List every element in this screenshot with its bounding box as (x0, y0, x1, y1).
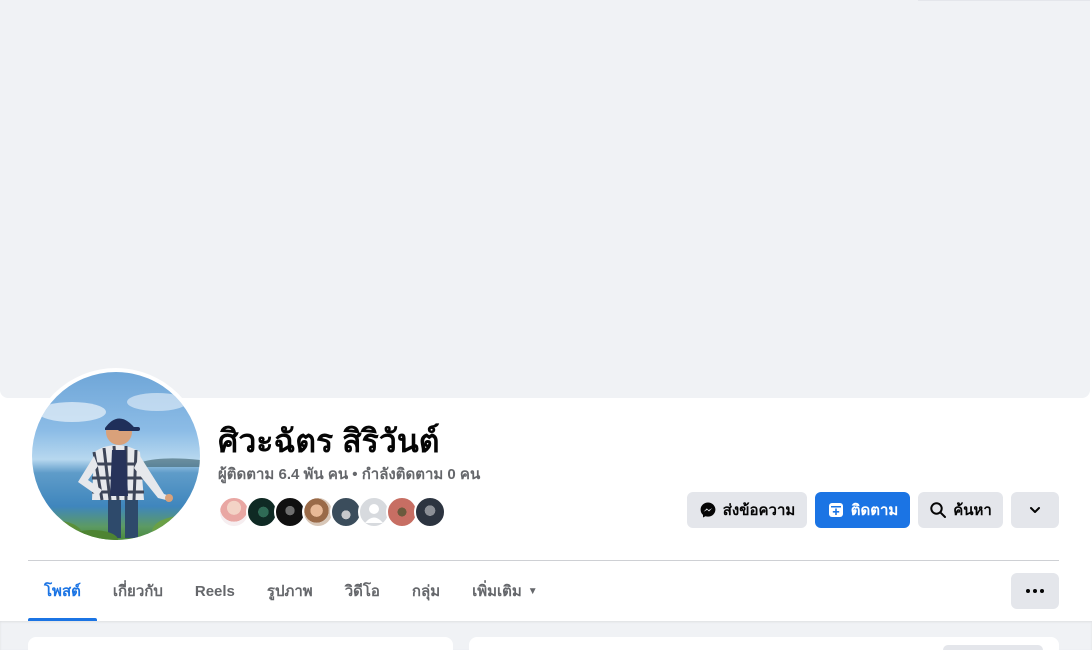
more-options-button[interactable] (1011, 573, 1059, 609)
follower-stats[interactable]: ผู้ติดตาม 6.4 พัน คน • กำลังติดตาม 0 คน (218, 465, 480, 485)
messenger-icon (700, 502, 716, 518)
tab-label: วิดีโอ (344, 583, 380, 600)
tab-photos[interactable]: รูปภาพ (251, 561, 329, 621)
friend-avatar[interactable] (414, 496, 446, 528)
caret-down-icon: ▼ (527, 585, 538, 597)
tab-about[interactable]: เกี่ยวกับ (97, 561, 179, 621)
follow-button[interactable]: ติดตาม (815, 492, 910, 528)
search-icon (930, 502, 947, 518)
more-icon-dot (1040, 589, 1044, 593)
search-button-label: ค้นหา (953, 502, 992, 519)
chevron-down-icon (1030, 507, 1040, 513)
intro-card (28, 637, 453, 650)
tab-label: รูปภาพ (266, 583, 313, 600)
cover-photo[interactable] (0, 0, 1090, 398)
message-button-label: ส่งข้อความ (722, 502, 796, 519)
tab-label: กลุ่ม (411, 583, 441, 600)
tab-more[interactable]: เพิ่มเติม ▼ (456, 561, 554, 621)
message-button[interactable]: ส่งข้อความ (687, 492, 807, 528)
tab-label: เกี่ยวกับ (112, 583, 163, 600)
tab-posts[interactable]: โพสต์ (28, 561, 97, 621)
follow-icon (828, 503, 843, 517)
more-icon (1026, 589, 1030, 593)
cover-edge (918, 0, 1090, 1)
tab-label: โพสต์ (44, 583, 81, 600)
profile-name: ศิวะฉัตร สิริวันต์ (218, 423, 440, 459)
default-avatar-icon (365, 504, 383, 523)
tab-reels[interactable]: Reels (179, 561, 251, 621)
filter-button[interactable] (943, 645, 1043, 650)
expand-button[interactable] (1011, 492, 1059, 528)
follow-button-label: ติดตาม (850, 502, 899, 519)
profile-picture-image (32, 372, 200, 540)
profile-picture[interactable] (28, 368, 204, 544)
more-icon-dot (1033, 589, 1037, 593)
tab-groups[interactable]: กลุ่ม (396, 561, 456, 621)
search-button[interactable]: ค้นหา (918, 492, 1003, 528)
friend-avatars[interactable] (218, 496, 446, 528)
tab-videos[interactable]: วิดีโอ (329, 561, 396, 621)
tab-label: เพิ่มเติม (472, 583, 522, 600)
profile-tabs: โพสต์ เกี่ยวกับ Reels รูปภาพ วิดีโอ กลุ่… (28, 561, 554, 621)
tab-label: Reels (194, 582, 235, 600)
